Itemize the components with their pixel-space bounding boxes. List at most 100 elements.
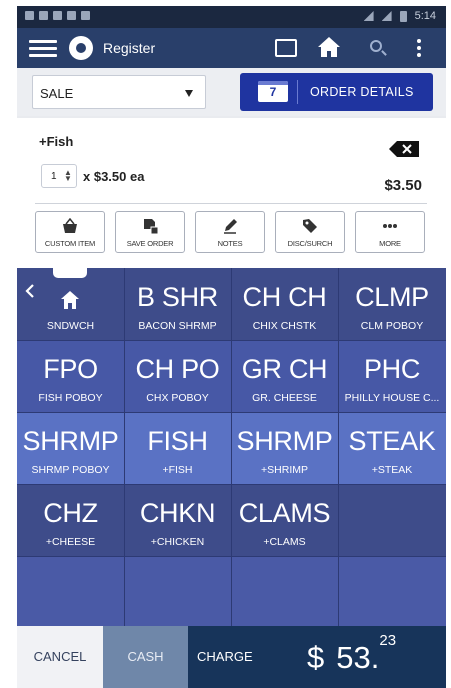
menu-item-button[interactable]: PHC PHILLY HOUSE C... <box>338 340 446 412</box>
menu-item-button[interactable]: CH CH CHIX CHSTK <box>231 268 338 340</box>
basket-icon <box>63 218 77 233</box>
menu-item-code: B SHR <box>136 282 219 312</box>
menu-item-name: +CHEESE <box>45 536 96 548</box>
menu-item-button[interactable]: SHRMP SHRMP POBOY <box>17 412 124 484</box>
grid-divider <box>17 556 446 557</box>
search-icon[interactable] <box>370 40 382 52</box>
line-total: $3.50 <box>384 177 422 194</box>
overflow-menu-icon[interactable] <box>417 39 421 57</box>
tab-notch <box>53 268 87 278</box>
pencil-icon <box>224 219 237 234</box>
menu-item-button[interactable]: CLAMS +CLAMS <box>231 484 338 556</box>
charge-button[interactable]: CHARGE <box>197 626 277 688</box>
menu-item-code: CH CH <box>242 282 327 312</box>
item-actions: CUSTOM ITEM SAVE ORDER NOTES DISC/SURCH … <box>35 211 427 255</box>
menu-item-name: CHX POBOY <box>146 392 209 404</box>
app-title: Register <box>103 40 156 56</box>
menu-item-button[interactable]: B SHR BACON SHRMP <box>124 268 231 340</box>
category-home-button[interactable]: SNDWCH <box>17 268 124 340</box>
notification-icon <box>81 11 90 20</box>
order-details-label: ORDER DETAILS <box>310 85 414 99</box>
menu-item-code: FISH <box>147 426 208 456</box>
cash-button[interactable]: CASH <box>103 626 188 688</box>
menu-item-name: BACON SHRMP <box>138 320 217 332</box>
unit-price: x $3.50 ea <box>83 169 145 184</box>
sale-type-select[interactable]: SALE <box>32 75 206 109</box>
more-dots-icon <box>383 224 397 228</box>
menu-item-code: PHC <box>363 354 421 384</box>
delete-item-icon[interactable] <box>389 141 419 157</box>
home-icon[interactable] <box>317 36 341 58</box>
disc-surch-button[interactable]: DISC/SURCH <box>275 211 345 253</box>
menu-item-code: CH PO <box>135 354 220 384</box>
more-label: MORE <box>379 239 401 248</box>
app-logo-icon <box>69 36 93 60</box>
order-total[interactable]: $53.23 <box>307 632 396 676</box>
custom-item-button[interactable]: CUSTOM ITEM <box>35 211 105 253</box>
notification-icon <box>39 11 48 20</box>
menu-item-name: PHILLY HOUSE C... <box>344 392 440 404</box>
app-bar: Register <box>17 28 446 68</box>
divider <box>297 80 298 104</box>
menu-item-code: CLAMS <box>238 498 331 528</box>
signal-icon <box>363 11 374 21</box>
item-name[interactable]: +Fish <box>39 134 73 149</box>
menu-item-button[interactable]: SHRMP +SHRIMP <box>231 412 338 484</box>
home-icon <box>61 291 79 309</box>
menu-item-button[interactable]: CLMP CLM POBOY <box>338 268 446 340</box>
item-button-grid: SNDWCH B SHR BACON SHRMP CH CH CHIX CHST… <box>17 268 446 628</box>
menu-item-code: SHRMP <box>236 426 333 456</box>
menu-item-button[interactable]: FISH +FISH <box>124 412 231 484</box>
menu-item-button[interactable]: GR CH GR. CHEESE <box>231 340 338 412</box>
notes-button[interactable]: NOTES <box>195 211 265 253</box>
cancel-button[interactable]: CANCEL <box>17 626 103 688</box>
notification-icon <box>25 11 34 20</box>
battery-icon <box>399 10 407 22</box>
menu-item-button[interactable]: FPO FISH POBOY <box>17 340 124 412</box>
notification-icons <box>25 11 90 20</box>
back-arrow-icon[interactable] <box>25 284 35 298</box>
grid-divider <box>17 412 446 413</box>
order-details-button[interactable]: 7 ORDER DETAILS <box>240 73 433 111</box>
wifi-icon <box>381 11 392 21</box>
grid-divider <box>17 484 446 485</box>
status-bar: 5:14 <box>17 6 446 28</box>
menu-item-name: +SHRIMP <box>261 464 308 476</box>
register-screen: 5:14 Register SALE 7 ORDER DETAILS +Fish <box>17 6 446 688</box>
menu-item-button[interactable]: CHZ +CHEESE <box>17 484 124 556</box>
tablet-icon[interactable] <box>275 39 297 57</box>
menu-item-button[interactable]: STEAK +STEAK <box>338 412 446 484</box>
menu-item-code: CLMP <box>355 282 429 312</box>
menu-item-name: +CHICKEN <box>150 536 205 548</box>
tag-icon <box>303 219 317 233</box>
menu-icon[interactable] <box>29 40 57 58</box>
empty-grid-slot[interactable] <box>338 484 446 556</box>
dropdown-arrow-icon <box>185 90 193 97</box>
empty-grid-slot[interactable] <box>231 556 338 628</box>
menu-item-code: STEAK <box>348 426 436 456</box>
menu-item-code: SHRMP <box>22 426 119 456</box>
quantity-stepper[interactable]: 1 ▲ ▼ <box>41 164 77 188</box>
order-count-badge: 7 <box>258 81 288 102</box>
empty-grid-slot[interactable] <box>338 556 446 628</box>
status-time: 5:14 <box>414 10 436 22</box>
total-cents: 23 <box>379 631 397 649</box>
menu-item-code: GR CH <box>241 354 328 384</box>
grid-divider <box>231 268 232 628</box>
grid-divider <box>338 268 339 628</box>
menu-item-name: SHRMP POBOY <box>31 464 110 476</box>
save-order-button[interactable]: SAVE ORDER <box>115 211 185 253</box>
empty-grid-slot[interactable] <box>17 556 124 628</box>
menu-item-button[interactable]: CH PO CHX POBOY <box>124 340 231 412</box>
notification-icon <box>67 11 76 20</box>
menu-item-name: +CLAMS <box>263 536 306 548</box>
more-button[interactable]: MORE <box>355 211 425 253</box>
menu-item-button[interactable]: CHKN +CHICKEN <box>124 484 231 556</box>
empty-grid-slot[interactable] <box>124 556 231 628</box>
grid-divider <box>17 340 446 341</box>
custom-item-label: CUSTOM ITEM <box>44 239 96 248</box>
menu-item-name: +FISH <box>162 464 193 476</box>
notes-label: NOTES <box>217 239 243 248</box>
sale-toolbar: SALE 7 ORDER DETAILS <box>17 68 446 116</box>
menu-item-name: CLM POBOY <box>360 320 424 332</box>
